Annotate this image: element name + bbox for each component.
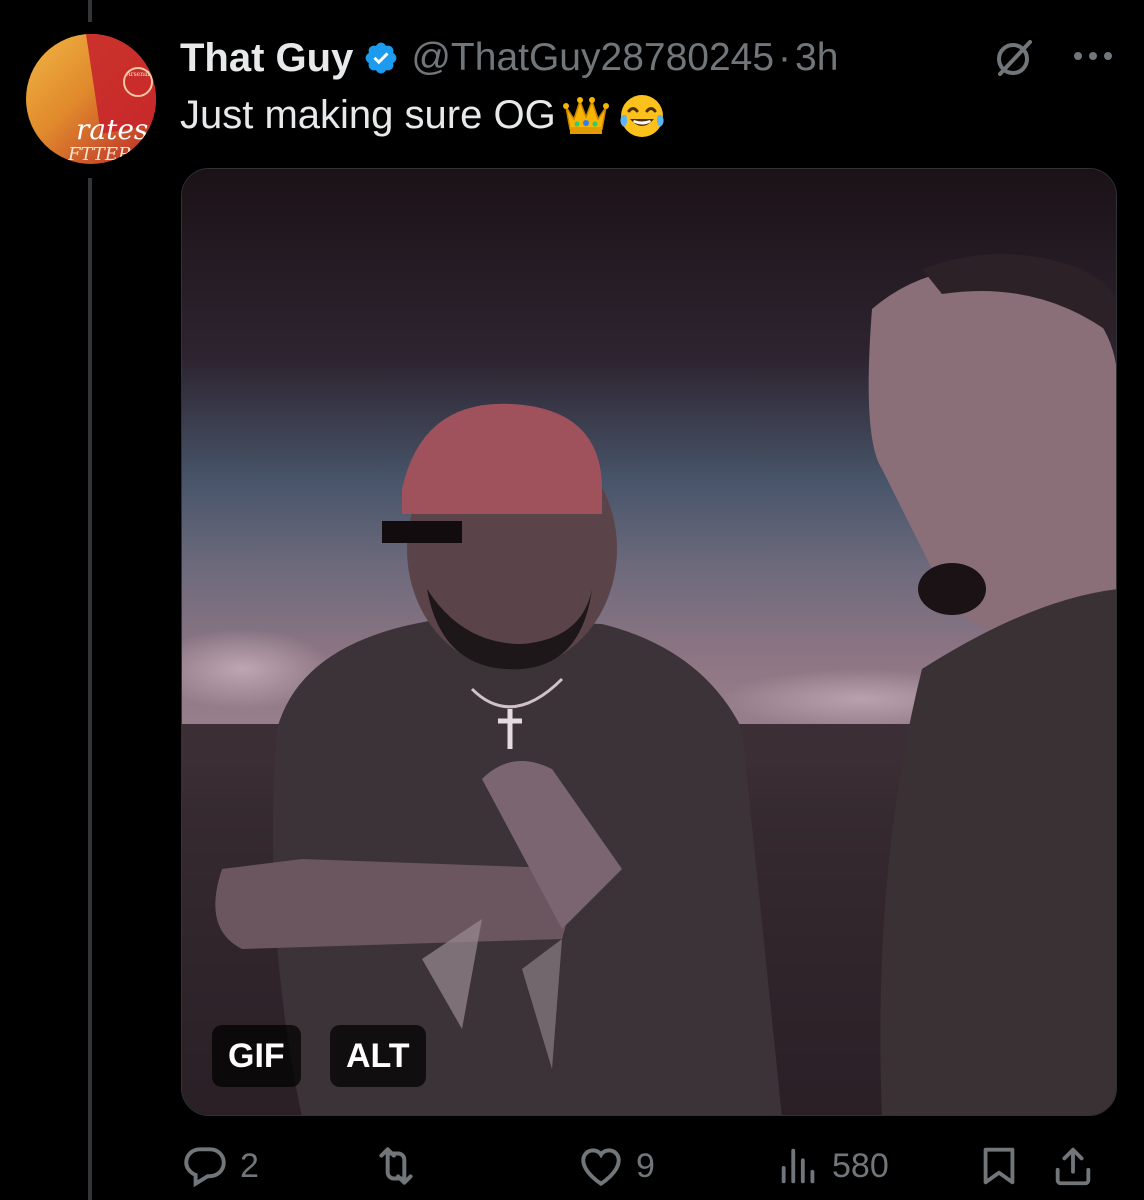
like-button[interactable]: 9 [576, 1138, 655, 1194]
heart-icon [576, 1141, 626, 1191]
verified-badge-icon[interactable] [363, 40, 399, 76]
tweet-header: That Guy @ThatGuy28780245 · 3h [180, 30, 1124, 86]
repost-icon [370, 1141, 422, 1191]
grok-icon[interactable] [992, 36, 1036, 80]
views-count: 580 [832, 1146, 889, 1185]
like-count: 9 [636, 1146, 655, 1185]
alt-badge[interactable]: ALT [330, 1025, 426, 1087]
avatar-text-line2: FTTER [67, 144, 132, 164]
reply-count: 2 [240, 1146, 259, 1185]
avatar-crest-text: Arsenal [125, 71, 149, 78]
avatar-text-line1: rates [76, 113, 148, 146]
action-bar: 2 9 580 [180, 1138, 1144, 1194]
face-with-tears-of-joy-icon [616, 89, 668, 141]
avatar[interactable]: Arsenal rates FTTER [26, 34, 156, 164]
thread-line-top [88, 0, 92, 22]
crown-icon [560, 89, 612, 141]
views-icon [776, 1141, 822, 1191]
more-icon[interactable] [1070, 44, 1116, 68]
display-name[interactable]: That Guy [180, 36, 353, 81]
repost-button[interactable] [370, 1138, 432, 1194]
reply-icon [180, 1141, 230, 1191]
views-button[interactable]: 580 [776, 1138, 889, 1194]
share-icon [1050, 1141, 1096, 1191]
tweet-text: Just making sure OG [180, 92, 556, 137]
bookmark-button[interactable] [976, 1138, 1022, 1194]
bookmark-icon [976, 1141, 1022, 1191]
gif-badge[interactable]: GIF [212, 1025, 301, 1087]
separator-dot: · [778, 36, 792, 79]
tweet-time[interactable]: 3h [795, 36, 838, 80]
tweet-text-row: Just making sure OG [180, 86, 668, 144]
gif-media[interactable]: GIF ALT [181, 168, 1117, 1116]
reply-button[interactable]: 2 [180, 1138, 259, 1194]
thread-line-bottom [88, 178, 92, 1200]
share-button[interactable] [1050, 1138, 1096, 1194]
user-handle[interactable]: @ThatGuy28780245 [411, 36, 774, 80]
